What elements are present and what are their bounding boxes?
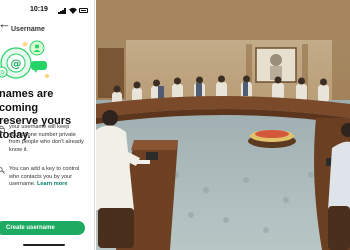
screen-title: Username [11, 26, 45, 33]
svg-text:@: @ [0, 70, 5, 77]
headline-line: names are coming [0, 88, 54, 114]
home-indicator [23, 244, 65, 246]
svg-text:@: @ [11, 57, 22, 70]
lock-icon [0, 125, 5, 133]
meeting-room-photo [96, 0, 350, 250]
status-time: 10:19 [30, 6, 48, 13]
battery-icon [79, 8, 88, 13]
text-line: your phone number private [9, 131, 76, 138]
text-line: username. [9, 181, 36, 188]
signal-icon [58, 8, 66, 14]
text-line: from people who don't already [9, 139, 84, 146]
status-bar: 10:19 [0, 6, 94, 16]
create-username-button[interactable]: Create username [0, 221, 85, 235]
text-line: You can add a key to control [9, 166, 80, 172]
text-line: know it. [9, 146, 28, 153]
phone-screen: 10:19 ← Username @ @ names are coming re… [0, 0, 95, 250]
username-illustration: @ @ [0, 38, 52, 83]
privacy-info-text: your username will keep your phone numbe… [9, 124, 93, 154]
learn-more-link[interactable]: Learn more [37, 181, 67, 187]
key-icon [0, 167, 5, 174]
wifi-icon [69, 7, 77, 14]
status-icons [58, 7, 88, 14]
text-line: your username will keep [9, 124, 70, 130]
text-line: who contacts you by your [9, 173, 73, 180]
back-arrow-icon[interactable]: ← [0, 17, 11, 30]
key-info-text: You can add a key to control who contact… [9, 166, 93, 189]
